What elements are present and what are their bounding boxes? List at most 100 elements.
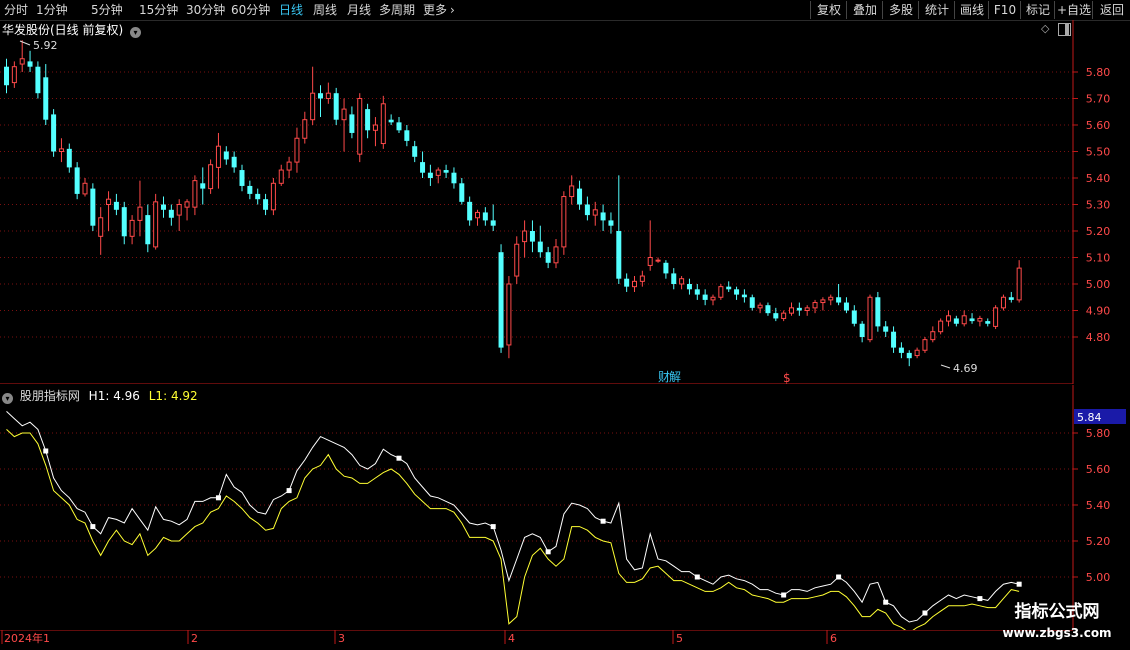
h1-marker xyxy=(286,488,292,494)
candle xyxy=(789,302,794,316)
candle-body-down xyxy=(349,114,355,133)
toolbar-action-1[interactable]: 叠加 xyxy=(846,1,883,19)
price-tick-label: 5.20 xyxy=(1086,225,1111,238)
candle xyxy=(223,146,229,165)
period-tab-10[interactable]: 更多 xyxy=(423,1,447,19)
time-label-month: 4 xyxy=(508,632,515,645)
high-price-label: 5.92 xyxy=(33,39,58,52)
period-tab-1[interactable]: 1分钟 xyxy=(36,1,68,19)
event-marker-unlock[interactable]: 解 xyxy=(669,370,681,384)
indicator-dropdown-icon[interactable]: ▾ xyxy=(2,393,13,404)
h1-marker xyxy=(836,574,842,580)
toolbar-action-7[interactable]: +自选 xyxy=(1054,1,1093,19)
candle xyxy=(294,127,300,173)
candle xyxy=(561,191,567,255)
candle xyxy=(883,321,889,337)
candle xyxy=(1016,260,1022,303)
candle xyxy=(584,196,590,221)
candle-body-down xyxy=(953,318,959,324)
candle xyxy=(961,310,967,327)
candle-body-down xyxy=(529,231,535,242)
low-marker-line xyxy=(940,364,951,369)
candle xyxy=(1000,294,1006,311)
panel-toggle-icon[interactable] xyxy=(1058,23,1071,36)
indicator-grid xyxy=(0,432,1073,578)
event-marker-dividend[interactable]: $ xyxy=(783,371,791,384)
candlestick-chart[interactable]: 5.80 5.70 5.60 5.50 5.40 5.30 5.20 5.10 5.00 4.90… xyxy=(0,20,1130,384)
candle xyxy=(624,273,630,292)
candle-body-up xyxy=(561,196,567,248)
price-tick-label: 5.40 xyxy=(1086,172,1111,185)
candle-series xyxy=(4,40,1022,367)
toolbar-action-8[interactable]: 返回 xyxy=(1092,1,1130,19)
candle xyxy=(514,236,520,284)
candle-body-up xyxy=(1000,296,1006,309)
candle xyxy=(600,204,606,231)
candle xyxy=(710,294,716,306)
toolbar-action-2[interactable]: 多股 xyxy=(882,1,919,19)
toolbar-action-5[interactable]: F10 xyxy=(988,1,1021,19)
candle-body-down xyxy=(43,77,49,120)
candle xyxy=(734,286,740,300)
time-label-month: 6 xyxy=(830,632,837,645)
candle-body-up xyxy=(804,307,810,312)
candle-body-down xyxy=(239,170,245,186)
candle xyxy=(828,294,834,306)
h1-marker xyxy=(694,574,700,580)
title-dropdown-icon[interactable]: ▾ xyxy=(130,27,142,38)
period-tab-3[interactable]: 15分钟 xyxy=(139,1,178,19)
watermark-title: 指标公式网 xyxy=(1014,602,1100,622)
candle xyxy=(19,40,25,72)
candle-body-down xyxy=(765,305,771,314)
price-axis: 5.80 5.70 5.60 5.50 5.40 5.30 5.20 5.10 5.00 4.90… xyxy=(1073,66,1110,344)
candle xyxy=(302,111,308,144)
period-tab-4[interactable]: 30分钟 xyxy=(186,1,225,19)
toolbar-action-0[interactable]: 复权 xyxy=(810,1,847,19)
toolbar-action-4[interactable]: 画线 xyxy=(954,1,989,19)
price-tick-label: 5.80 xyxy=(1086,66,1111,79)
candle xyxy=(215,132,221,189)
candle-body-up xyxy=(632,280,637,288)
candle-body-up xyxy=(867,296,873,341)
time-label-month: 3 xyxy=(338,632,345,645)
candle-body-up xyxy=(914,349,920,357)
candle xyxy=(671,268,677,290)
period-tab-8[interactable]: 月线 xyxy=(347,1,371,19)
price-tick-label: 5.70 xyxy=(1086,93,1111,106)
more-chevron-icon[interactable]: › xyxy=(450,1,455,19)
high-marker: 5.92 xyxy=(19,39,58,52)
candle-body-up xyxy=(475,211,480,219)
period-tab-9[interactable]: 多周期 xyxy=(379,1,415,19)
candle xyxy=(113,193,119,216)
indicator-name: 股朋指标网 xyxy=(19,389,80,403)
candle-body-down xyxy=(969,318,975,322)
candle xyxy=(435,167,441,184)
period-tab-2[interactable]: 5分钟 xyxy=(91,1,123,19)
candle-body-down xyxy=(883,326,889,332)
toolbar-action-6[interactable]: 标记 xyxy=(1020,1,1055,19)
period-tab-6[interactable]: 日线 xyxy=(279,1,303,19)
candle xyxy=(781,310,787,322)
candle xyxy=(176,199,182,231)
candle-body-up xyxy=(930,331,936,341)
candle-body-down xyxy=(255,193,261,200)
indicator-title-bar: ▾ 股朋指标网 H1: 4.96 L1: 4.92 xyxy=(2,387,198,404)
period-tab-0[interactable]: 分时 xyxy=(4,1,28,19)
candle xyxy=(663,260,669,279)
candle xyxy=(129,215,135,245)
candle-body-up xyxy=(639,275,645,282)
candle xyxy=(11,61,17,88)
candle-body-down xyxy=(482,212,488,221)
candle xyxy=(168,204,174,226)
indicator-tick-label: 5.40 xyxy=(1086,499,1111,512)
diamond-icon[interactable]: ◇ xyxy=(1041,22,1049,35)
candle-body-up xyxy=(129,219,135,237)
h1-value: 4.96 xyxy=(113,389,140,403)
candle xyxy=(318,85,323,118)
indicator-chart[interactable]: 5.80 5.60 5.40 5.20 5.00 5.84 xyxy=(0,385,1130,630)
toolbar-action-3[interactable]: 统计 xyxy=(918,1,955,19)
period-tab-7[interactable]: 周线 xyxy=(313,1,337,19)
candle xyxy=(341,98,347,152)
candle xyxy=(875,291,881,332)
period-tab-5[interactable]: 60分钟 xyxy=(231,1,270,19)
